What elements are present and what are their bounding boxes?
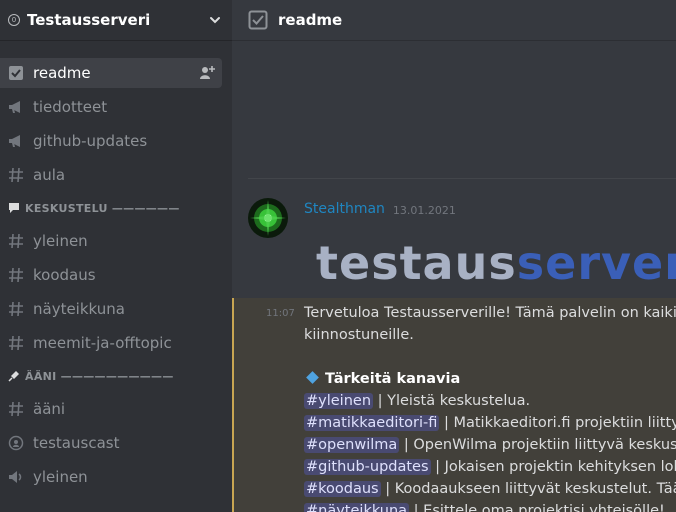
channel-koodaus[interactable]: koodaus [0, 260, 222, 290]
channel-yleinen[interactable]: yleinen [0, 226, 222, 256]
hash-icon [7, 300, 25, 318]
rules-icon [7, 64, 25, 82]
channel-mention[interactable]: #yleinen [304, 393, 374, 409]
channel-github-updates[interactable]: github-updates [0, 126, 222, 156]
channel-row: #matikkaeditori-fi | Matikkaeditori.fi p… [304, 415, 676, 431]
channel-label: yleinen [33, 232, 88, 250]
hash-icon [7, 232, 25, 250]
hash-icon [7, 166, 25, 184]
channel-title: readme [278, 11, 343, 29]
channel-mention[interactable]: #github-updates [304, 459, 431, 475]
message-timestamp: 13.01.2021 [392, 204, 456, 217]
diamond-icon [306, 371, 319, 384]
channel-label: tiedotteet [33, 98, 108, 116]
channel-mention[interactable]: #openwilma [304, 437, 400, 453]
category-label: ÄÄNI —————————— [25, 369, 174, 383]
channel-testauscast[interactable]: testauscast [0, 428, 222, 458]
channel-yleinen-voice[interactable]: yleinen [0, 462, 222, 492]
channel-label: ääni [33, 400, 66, 418]
server-badge: 0 [8, 14, 20, 26]
highlighted-message: 11:07 Tervetuloa Testausserverille! Tämä… [232, 298, 676, 512]
avatar[interactable] [248, 198, 288, 238]
channel-topbar: readme [232, 0, 676, 40]
message-header: Stealthman 13.01.2021 [248, 198, 456, 238]
channel-row: #koodaus | Koodaaukseen liittyvät keskus… [304, 481, 676, 497]
intro-line: Tervetuloa Testausserverille! Tämä palve… [304, 305, 676, 321]
channel-label: aula [33, 166, 66, 184]
announcement-icon [7, 98, 25, 116]
channel-label: näyteikkuna [33, 300, 125, 318]
channel-label: meemit-ja-offtopic [33, 334, 172, 352]
category-aani[interactable]: ÄÄNI —————————— [0, 364, 232, 388]
stage-icon [7, 434, 25, 452]
add-user-icon[interactable] [199, 65, 215, 81]
message-time: 11:07 [266, 308, 295, 319]
banner-logo: testausserver [316, 236, 676, 290]
channel-readme[interactable]: readme [0, 58, 222, 88]
message-divider [248, 178, 676, 179]
channel-row: #yleinen | Yleistä keskustelua. [304, 393, 531, 409]
channel-label: yleinen [33, 468, 88, 486]
channel-sidebar: 0 Testausserveri readme tiedotteet githu… [0, 0, 232, 512]
category-keskustelu[interactable]: KESKUSTELU —————— [0, 196, 232, 220]
microphone-icon [8, 370, 20, 382]
channel-label: testauscast [33, 434, 120, 452]
channel-mention[interactable]: #näyteikkuna [304, 503, 410, 512]
channel-row: #openwilma | OpenWilma projektiin liitty… [304, 437, 676, 453]
announcement-icon [7, 132, 25, 150]
server-name: Testausserveri [27, 11, 151, 29]
channel-tiedotteet[interactable]: tiedotteet [0, 92, 222, 122]
chat-bubble-icon [8, 202, 20, 214]
intro-line: kiinnostuneille. [304, 327, 414, 343]
channel-label: koodaus [33, 266, 96, 284]
hash-icon [7, 400, 25, 418]
chat-area: readme Stealthman 13.01.2021 testausserv… [232, 0, 676, 512]
server-header[interactable]: 0 Testausserveri [0, 0, 232, 40]
channel-label: github-updates [33, 132, 148, 150]
author-name[interactable]: Stealthman [304, 201, 385, 217]
channel-aani[interactable]: ääni [0, 394, 222, 424]
hash-icon [7, 334, 25, 352]
rules-icon [248, 10, 268, 30]
channel-mention[interactable]: #matikkaeditori-fi [304, 415, 440, 431]
channel-row: #näyteikkuna | Esittele oma projektisi y… [304, 500, 676, 512]
channel-meemit[interactable]: meemit-ja-offtopic [0, 328, 222, 358]
chevron-down-icon[interactable] [208, 13, 222, 27]
message-body: Tervetuloa Testausserverille! Tämä palve… [304, 302, 676, 512]
channel-mention[interactable]: #koodaus [304, 481, 381, 497]
speaker-icon [7, 468, 25, 486]
category-label: KESKUSTELU —————— [25, 201, 180, 215]
section-heading: Tärkeitä kanavia [304, 368, 676, 390]
hash-icon [7, 266, 25, 284]
channel-aula[interactable]: aula [0, 160, 222, 190]
channel-row: #github-updates | Jokaisen projektin keh… [304, 459, 676, 475]
channel-nayteikkuna[interactable]: näyteikkuna [0, 294, 222, 324]
channel-label: readme [33, 64, 91, 82]
